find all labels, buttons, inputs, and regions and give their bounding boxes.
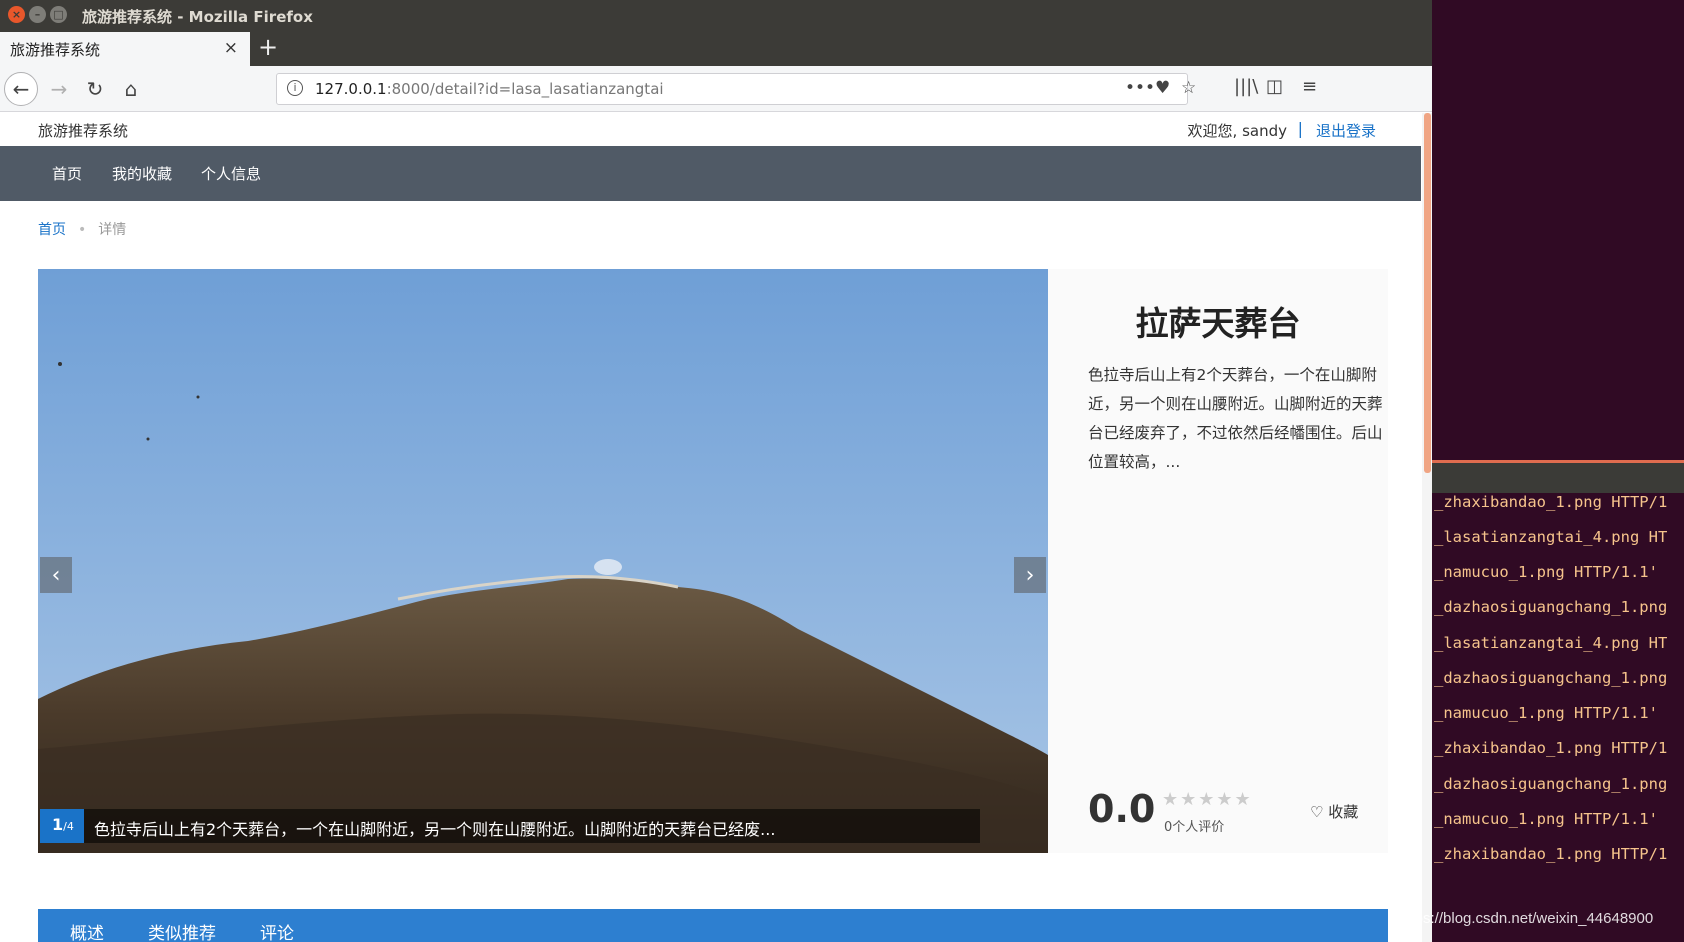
page-content: 旅游推荐系统 欢迎您, sandy | 退出登录 首页 我的收藏 个人信息 首页… xyxy=(0,113,1432,942)
site-header: 旅游推荐系统 欢迎您, sandy | 退出登录 xyxy=(0,113,1421,146)
window-maximize-button[interactable]: □ xyxy=(50,6,67,23)
back-icon[interactable]: ← xyxy=(4,72,38,106)
nav-item-home[interactable]: 首页 xyxy=(52,163,82,184)
carousel-caption: 1/4 色拉寺后山上有2个天葬台，一个在山脚附近，另一个则在山腰附近。山脚附近的… xyxy=(40,809,980,843)
tab-similar[interactable]: 类似推荐 xyxy=(148,919,216,942)
welcome-text: 欢迎您, sandy xyxy=(1187,122,1287,140)
carousel-next-button[interactable]: › xyxy=(1014,557,1046,593)
rating-score: 0.0 xyxy=(1088,787,1156,831)
header-separator: | xyxy=(1297,119,1303,138)
terminal-line: _zhaxibandao_1.png HTTP/1 xyxy=(1434,739,1668,757)
forward-icon[interactable]: → xyxy=(42,72,76,106)
favorite-label: 收藏 xyxy=(1328,803,1359,821)
navigation-toolbar: ← → ↻ ⌂ i 127.0.0.1:8000/detail?id=lasa_… xyxy=(0,66,1432,112)
terminal-background xyxy=(1432,0,1684,460)
url-host: 127.0.0.1 xyxy=(315,80,387,98)
tab-strip: 旅游推荐系统 × + xyxy=(0,30,1432,66)
terminal-line: _zhaxibandao_1.png HTTP/1 xyxy=(1434,493,1668,511)
carousel-image xyxy=(38,269,1048,853)
terminal-line: _dazhaosiguangchang_1.png xyxy=(1434,669,1668,687)
terminal-line: _dazhaosiguangchang_1.png xyxy=(1434,598,1668,616)
window-minimize-button[interactable]: – xyxy=(29,6,46,23)
section-tabs: 概述 类似推荐 评论 xyxy=(38,909,1388,942)
place-title: 拉萨天葬台 xyxy=(1135,304,1301,343)
window-close-button[interactable]: × xyxy=(8,6,25,23)
page-scrollbar[interactable] xyxy=(1422,113,1432,942)
review-count: 0个人评价 xyxy=(1164,820,1225,835)
window-title: 旅游推荐系统 - Mozilla Firefox xyxy=(82,8,313,26)
new-tab-button[interactable]: + xyxy=(258,33,278,61)
carousel-prev-button[interactable]: ‹ xyxy=(40,557,72,593)
place-description: 色拉寺后山上有2个天葬台，一个在山脚附近，另一个则在山腰附近。山脚附近的天葬台已… xyxy=(1088,366,1383,471)
scrollbar-thumb[interactable] xyxy=(1424,113,1431,473)
home-icon[interactable]: ⌂ xyxy=(114,72,148,106)
url-text[interactable]: 127.0.0.1:8000/detail?id=lasa_lasatianza… xyxy=(315,80,664,98)
library-icon[interactable]: |||\ xyxy=(1234,76,1258,97)
terminal-line: _zhaxibandao_1.png HTTP/1 xyxy=(1434,845,1668,863)
detail-panel: 拉萨天葬台 色拉寺后山上有2个天葬台，一个在山脚附近，另一个则在山腰附近。山脚附… xyxy=(1048,269,1388,853)
menu-icon[interactable]: ≡ xyxy=(1302,76,1317,97)
sidebar-icon[interactable]: ◫ xyxy=(1266,76,1283,97)
breadcrumb: 首页 • 详情 xyxy=(38,219,126,239)
logout-link[interactable]: 退出登录 xyxy=(1316,120,1376,141)
breadcrumb-home-link[interactable]: 首页 xyxy=(38,222,66,238)
site-name: 旅游推荐系统 xyxy=(38,122,129,140)
bookmark-star-icon[interactable]: ☆ xyxy=(1181,78,1196,98)
terminal-line: _namucuo_1.png HTTP/1.1' xyxy=(1434,810,1658,828)
pocket-icon[interactable]: ♥ xyxy=(1155,78,1170,98)
url-path: :8000/detail?id=lasa_lasatianzangtai xyxy=(386,80,664,98)
terminal-line: _lasatianzangtai_4.png HT xyxy=(1434,634,1668,652)
favorite-button[interactable]: ♡ 收藏 xyxy=(1310,801,1358,822)
breadcrumb-current: 详情 xyxy=(98,222,127,238)
nav-item-profile[interactable]: 个人信息 xyxy=(201,163,261,184)
terminal-line: _dazhaosiguangchang_1.png xyxy=(1434,775,1668,793)
counter-current: 1 xyxy=(52,815,64,834)
title-bar: × – □ 旅游推荐系统 - Mozilla Firefox xyxy=(0,0,1432,30)
browser-tab[interactable]: 旅游推荐系统 × xyxy=(0,32,250,66)
firefox-window: × – □ 旅游推荐系统 - Mozilla Firefox 旅游推荐系统 × … xyxy=(0,0,1432,942)
tab-close-icon[interactable]: × xyxy=(224,38,238,58)
heart-icon: ♡ xyxy=(1310,803,1324,821)
caption-text: 色拉寺后山上有2个天葬台，一个在山脚附近，另一个则在山腰附近。山脚附近的天葬台已… xyxy=(94,820,776,839)
main-nav: 首页 我的收藏 个人信息 xyxy=(0,146,1421,201)
terminal-line: _namucuo_1.png HTTP/1.1' xyxy=(1434,563,1658,581)
watermark: https://blog.csdn.net/weixin_44648900 xyxy=(1398,910,1654,927)
terminal-title-strip xyxy=(1432,463,1684,493)
nav-item-favorites[interactable]: 我的收藏 xyxy=(112,163,172,184)
carousel-counter: 1/4 xyxy=(40,809,84,843)
page-actions-icon[interactable]: ••• xyxy=(1125,78,1155,98)
tab-label: 旅游推荐系统 xyxy=(10,41,101,59)
tab-comments[interactable]: 评论 xyxy=(260,919,294,942)
image-carousel[interactable]: ‹ › 1/4 色拉寺后山上有2个天葬台，一个在山脚附近，另一个则在山腰附近。山… xyxy=(38,269,1048,853)
counter-total: /4 xyxy=(63,820,74,833)
breadcrumb-separator: • xyxy=(78,222,87,238)
terminal-line: _namucuo_1.png HTTP/1.1' xyxy=(1434,704,1658,722)
tab-overview[interactable]: 概述 xyxy=(70,919,104,942)
terminal-log: _zhaxibandao_1.png HTTP/1 _lasatianzangt… xyxy=(1432,493,1684,942)
reload-icon[interactable]: ↻ xyxy=(78,72,112,106)
rating-stars[interactable]: ★★★★★ xyxy=(1162,789,1253,810)
terminal-line: _lasatianzangtai_4.png HT xyxy=(1434,528,1668,546)
url-bar[interactable]: i 127.0.0.1:8000/detail?id=lasa_lasatian… xyxy=(276,73,1196,105)
site-info-icon[interactable]: i xyxy=(287,80,303,96)
